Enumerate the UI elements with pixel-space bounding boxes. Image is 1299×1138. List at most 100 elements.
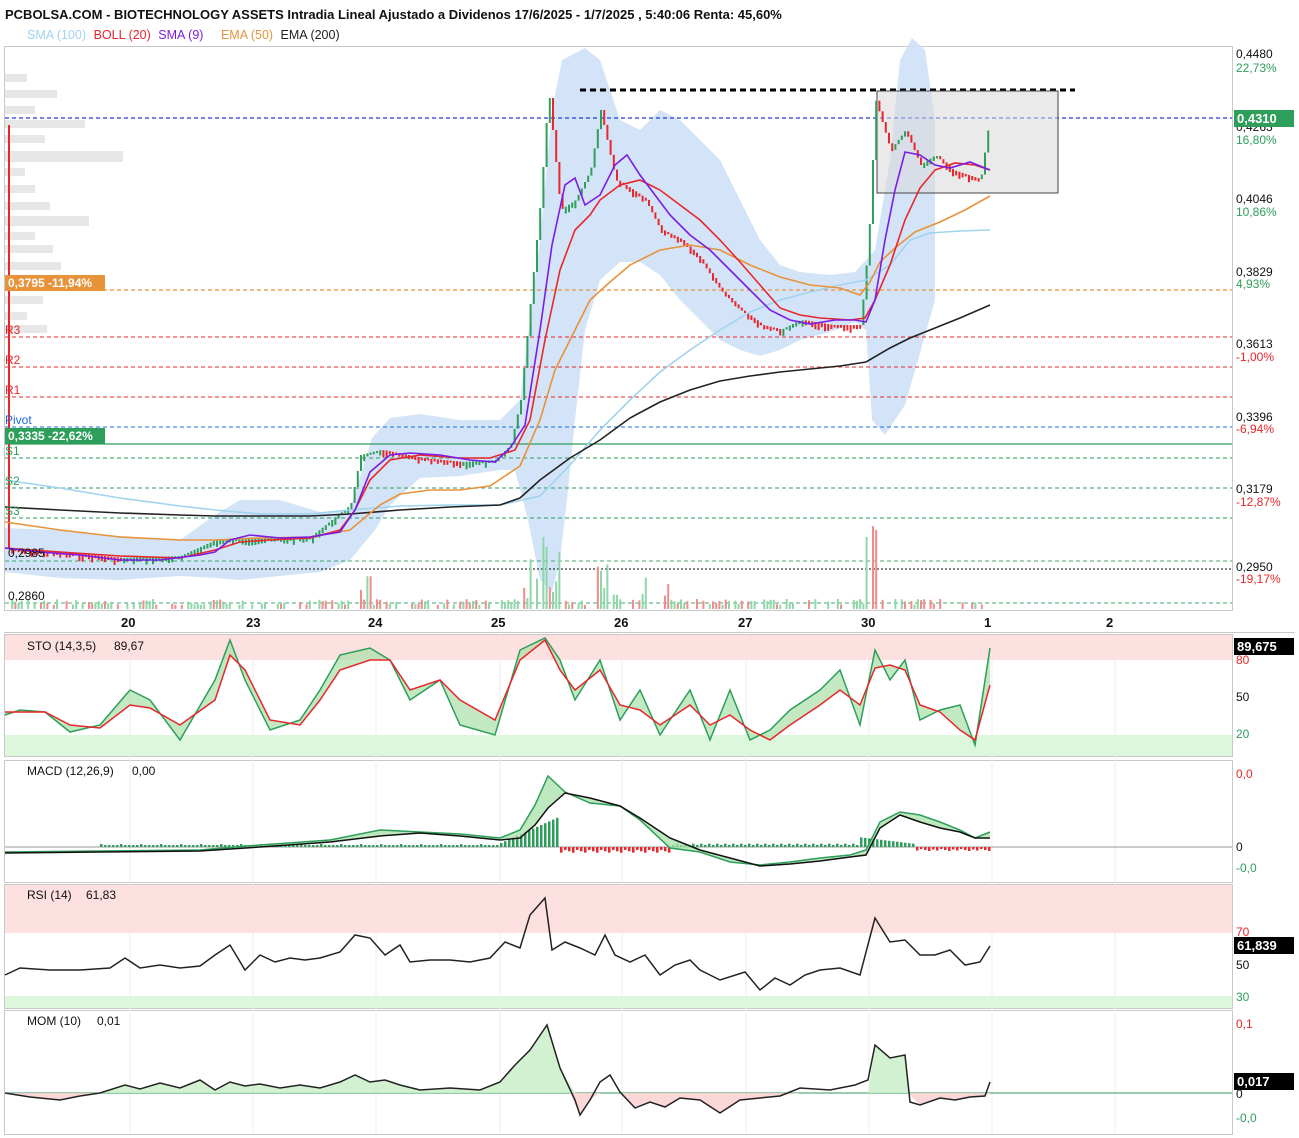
volume-bar bbox=[46, 603, 49, 609]
volume-bar bbox=[203, 604, 206, 609]
macd-hist-bar bbox=[928, 847, 931, 851]
macd-hist-bar bbox=[436, 845, 439, 847]
candle bbox=[664, 230, 666, 236]
volume-bar bbox=[862, 603, 865, 609]
candle bbox=[564, 206, 567, 214]
macd-hist-bar bbox=[544, 823, 547, 847]
volume-bar bbox=[241, 600, 244, 609]
volume-bar bbox=[500, 600, 503, 609]
chart-canvas: PCBOLSA.COM - BIOTECHNOLOGY ASSETS Intra… bbox=[0, 0, 1299, 1138]
macd-hist-bar bbox=[332, 845, 335, 847]
candle bbox=[356, 471, 359, 487]
volume-bar bbox=[872, 526, 874, 609]
candle bbox=[536, 240, 538, 272]
candle bbox=[702, 259, 705, 264]
macd-hist-bar bbox=[136, 845, 139, 847]
candle bbox=[132, 557, 135, 565]
macd-hist-bar bbox=[168, 845, 171, 847]
volume-bar bbox=[88, 602, 90, 609]
volume-bar bbox=[686, 601, 689, 609]
macd-hist-bar bbox=[324, 845, 327, 847]
volume-bar bbox=[417, 603, 420, 609]
candle bbox=[776, 328, 778, 331]
volume-bar bbox=[750, 601, 753, 609]
volume-bar bbox=[836, 599, 839, 609]
volume-bar bbox=[728, 601, 730, 609]
candle bbox=[696, 252, 698, 258]
candle bbox=[552, 98, 554, 130]
volume-bar bbox=[420, 599, 423, 609]
macd-hist-bar bbox=[912, 843, 915, 847]
candle bbox=[593, 148, 596, 168]
x-label-26: 26 bbox=[614, 615, 628, 630]
candle bbox=[516, 414, 519, 429]
volume-bar bbox=[619, 599, 622, 609]
macd-hist-bar bbox=[936, 847, 939, 851]
legend-boll-param: (20) bbox=[129, 28, 151, 42]
volume-bar bbox=[552, 592, 554, 609]
macd-hist-bar bbox=[952, 847, 955, 850]
macd-hist-bar bbox=[980, 847, 983, 849]
candle bbox=[321, 527, 324, 534]
volume-bar bbox=[974, 603, 977, 609]
sto-last-label: 89,675 bbox=[1237, 639, 1277, 654]
macd-hist-bar bbox=[552, 819, 555, 847]
volume-bar bbox=[14, 603, 17, 609]
macd-hist-bar bbox=[312, 845, 315, 847]
macd-hist-bar bbox=[712, 845, 715, 847]
macd-hist-bar bbox=[432, 845, 435, 847]
macd-hist-bar bbox=[752, 845, 755, 847]
volume-bar bbox=[369, 576, 372, 609]
macd-hist-bar bbox=[568, 847, 571, 852]
x-label-25: 25 bbox=[491, 615, 505, 630]
macd-hist-bar bbox=[364, 845, 367, 847]
macd-hist-bar bbox=[412, 845, 415, 847]
candle bbox=[526, 336, 529, 368]
macd-hist-bar bbox=[896, 841, 899, 847]
volume-bar bbox=[200, 604, 202, 609]
macd-hist-bar bbox=[852, 843, 855, 847]
candle bbox=[590, 167, 593, 176]
macd-hist-bar bbox=[796, 843, 799, 847]
candle bbox=[456, 461, 458, 466]
macd-hist-bar bbox=[820, 843, 823, 847]
legend-ema50-label: EMA bbox=[221, 28, 249, 42]
macd-hist-bar bbox=[216, 845, 219, 847]
candle bbox=[472, 461, 474, 468]
rsi-value: 61,83 bbox=[86, 888, 116, 902]
macd-hist-bar bbox=[476, 845, 479, 847]
macd-hist-bar bbox=[704, 845, 707, 847]
r2-label: R2 bbox=[5, 353, 21, 367]
volume-bar bbox=[216, 600, 218, 609]
volume-bar bbox=[142, 600, 145, 609]
r1-label: R1 bbox=[5, 383, 21, 397]
volume-bar bbox=[980, 604, 983, 609]
volume-bar bbox=[225, 603, 228, 609]
volume-bar bbox=[340, 600, 343, 609]
macd-hist-bar bbox=[968, 847, 971, 851]
candle bbox=[712, 273, 714, 281]
price-tick-2: 0,4046 bbox=[1236, 192, 1273, 206]
volume-bar bbox=[913, 604, 916, 609]
macd-title: MACD (12,26,9) bbox=[27, 764, 114, 778]
macd-hist-bar bbox=[976, 847, 979, 851]
candle bbox=[673, 235, 676, 239]
s1-label: S1 bbox=[5, 444, 20, 458]
candle bbox=[692, 249, 695, 256]
candle bbox=[817, 322, 820, 331]
candle bbox=[337, 514, 340, 519]
macd-hist-bar bbox=[700, 843, 703, 847]
candle bbox=[676, 236, 679, 243]
volume-bar bbox=[513, 599, 516, 609]
candle bbox=[744, 310, 746, 313]
macd-hist-bar bbox=[596, 847, 599, 853]
candle bbox=[558, 162, 561, 194]
candle bbox=[820, 322, 823, 328]
macd-hist-bar bbox=[204, 845, 207, 847]
macd-hist-bar bbox=[612, 847, 615, 850]
consolidation-box bbox=[876, 90, 1059, 194]
macd-hist-bar bbox=[160, 844, 163, 847]
macd-hist-bar bbox=[396, 845, 399, 847]
candle bbox=[718, 282, 721, 288]
sto-overbought-zone bbox=[5, 635, 1232, 660]
